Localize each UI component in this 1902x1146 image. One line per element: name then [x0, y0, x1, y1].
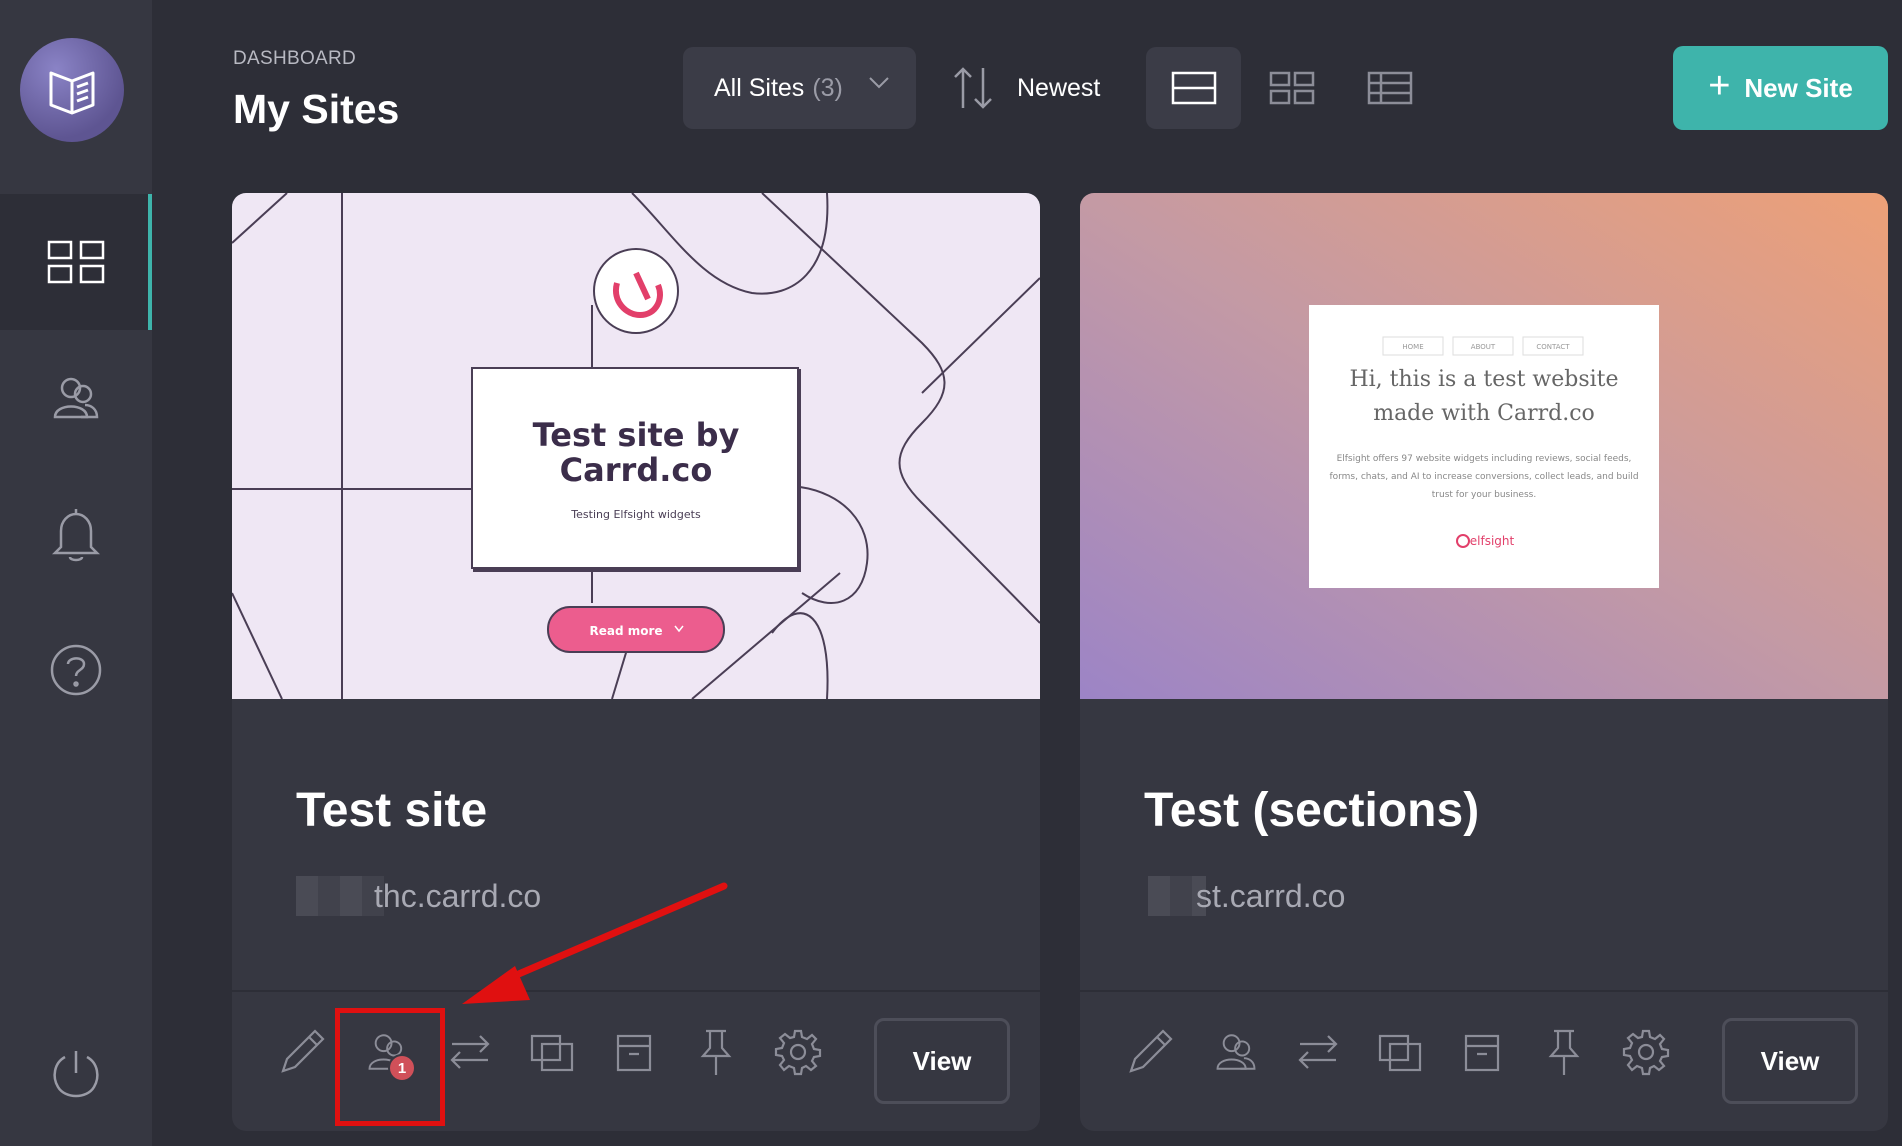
archive-button[interactable]	[1452, 1022, 1512, 1082]
site-actions: View	[1080, 992, 1888, 1131]
sidebar-item-logout[interactable]	[0, 1006, 152, 1142]
transfer-button[interactable]	[1288, 1022, 1348, 1082]
sidebar-item-notifications[interactable]	[0, 466, 152, 602]
site-url-text: thc.carrd.co	[374, 877, 542, 914]
preview-heading-line1: Hi, this is a test website	[1349, 367, 1618, 392]
site-url[interactable]: thc.carrd.co	[296, 876, 541, 916]
power-icon	[53, 1051, 99, 1098]
gear-icon	[774, 1029, 822, 1076]
sidebar-item-help[interactable]	[0, 602, 152, 738]
archive-button[interactable]	[604, 1022, 664, 1082]
preview-body-line3: trust for your business.	[1432, 490, 1536, 500]
gear-icon	[1622, 1029, 1670, 1076]
sidebar-item-account[interactable]	[0, 330, 152, 466]
site-card: Test site by Carrd.co Testing Elfsight w…	[232, 193, 1040, 1131]
settings-button[interactable]	[768, 1022, 828, 1082]
site-url-text: st.carrd.co	[1196, 877, 1346, 914]
preview-heading-line2: Carrd.co	[560, 451, 713, 489]
view-table-button[interactable]	[1342, 47, 1437, 129]
preview-subtitle: Testing Elfsight widgets	[570, 508, 701, 521]
preview-nav-home: HOME	[1402, 343, 1423, 351]
pin-icon	[1548, 1029, 1580, 1075]
preview-body-line1: Elfsight offers 97 website widgets inclu…	[1337, 454, 1632, 464]
edit-button[interactable]	[272, 1022, 332, 1082]
layout-table-icon	[1367, 71, 1412, 105]
duplicate-icon	[1378, 1034, 1422, 1072]
users-icon	[53, 377, 99, 419]
archive-icon	[616, 1034, 652, 1072]
archive-icon	[1464, 1034, 1500, 1072]
settings-button[interactable]	[1616, 1022, 1676, 1082]
sort-arrows-icon	[954, 67, 992, 109]
annotation-highlight-box	[335, 1008, 445, 1126]
sort-control[interactable]: Newest	[953, 47, 1100, 129]
pencil-icon	[281, 1029, 325, 1073]
sidebar-item-dashboard[interactable]	[0, 194, 152, 330]
view-site-button[interactable]: View	[874, 1018, 1010, 1104]
layout-grid-icon	[1269, 71, 1314, 105]
book-icon	[49, 71, 95, 115]
new-site-button[interactable]: + New Site	[1673, 46, 1888, 130]
duplicate-button[interactable]	[1370, 1022, 1430, 1082]
preview-heading-line1: Test site by	[533, 416, 740, 454]
carrd-preview-image: Test site by Carrd.co Testing Elfsight w…	[232, 193, 1040, 700]
swap-arrows-icon	[450, 1035, 490, 1069]
view-grid-button[interactable]	[1244, 47, 1339, 129]
carrd-logo[interactable]	[20, 38, 124, 142]
bell-icon	[51, 509, 101, 562]
sidebar	[0, 0, 152, 1146]
view-site-button[interactable]: View	[1722, 1018, 1858, 1104]
site-preview-thumbnail[interactable]: HOME ABOUT CONTACT Hi, this is a test we…	[1080, 193, 1888, 699]
help-icon	[50, 644, 102, 696]
collaborators-button[interactable]	[1206, 1022, 1266, 1082]
preview-elfsight-brand: elfsight	[1470, 534, 1515, 548]
sections-preview-image: HOME ABOUT CONTACT Hi, this is a test we…	[1080, 193, 1888, 699]
chevron-down-icon	[869, 77, 889, 89]
duplicate-icon	[530, 1034, 574, 1072]
preview-read-more: Read more	[589, 624, 662, 638]
site-title[interactable]: Test (sections)	[1144, 783, 1479, 838]
site-url[interactable]: st.carrd.co	[1148, 876, 1345, 916]
page-title: My Sites	[233, 86, 400, 132]
dashboard-grid-icon	[47, 240, 105, 284]
breadcrumb: DASHBOARD	[233, 48, 357, 69]
preview-nav-contact: CONTACT	[1536, 343, 1570, 351]
duplicate-button[interactable]	[522, 1022, 582, 1082]
swap-arrows-icon	[1298, 1035, 1338, 1069]
pin-button[interactable]	[1534, 1022, 1594, 1082]
sort-label: Newest	[1017, 73, 1101, 102]
view-list-large-button[interactable]	[1146, 47, 1241, 129]
site-preview-thumbnail[interactable]: Test site by Carrd.co Testing Elfsight w…	[232, 193, 1040, 700]
filter-count: (3)	[812, 73, 843, 102]
pin-icon	[700, 1029, 732, 1075]
site-card: HOME ABOUT CONTACT Hi, this is a test we…	[1080, 193, 1888, 1131]
pencil-icon	[1129, 1029, 1173, 1073]
site-title[interactable]: Test site	[296, 783, 487, 838]
site-filter-dropdown[interactable]: All Sites (3)	[683, 47, 916, 129]
pin-button[interactable]	[686, 1022, 746, 1082]
preview-heading-line2: made with Carrd.co	[1373, 401, 1595, 426]
preview-body-line2: forms, chats, and AI to increase convers…	[1329, 472, 1638, 482]
plus-icon: +	[1708, 65, 1731, 107]
preview-nav-about: ABOUT	[1471, 343, 1496, 351]
users-icon	[1216, 1034, 1256, 1070]
edit-button[interactable]	[1120, 1022, 1180, 1082]
filter-label: All Sites	[714, 73, 805, 102]
new-site-label: New Site	[1744, 72, 1853, 103]
layout-single-icon	[1171, 71, 1216, 105]
redacted-block	[296, 876, 384, 916]
transfer-button[interactable]	[440, 1022, 500, 1082]
